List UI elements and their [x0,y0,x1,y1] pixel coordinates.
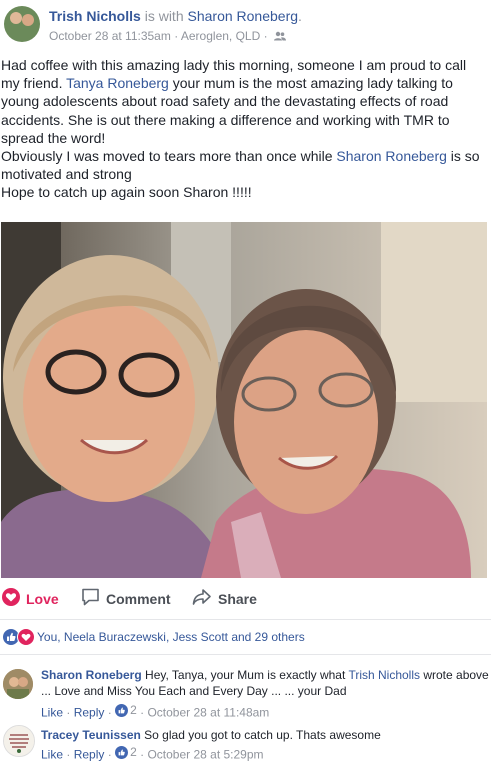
mention-tanya[interactable]: Tanya Roneberg [66,75,169,91]
comment-meta: Like · Reply · 2 · October 28 at 5:29pm [41,745,264,762]
post-paragraph-1: Had coffee with this amazing lady this m… [1,56,487,147]
divider [0,654,491,655]
post-actions: Love Comment Share [0,582,491,614]
meta-dot: · [107,747,112,762]
comment-like-count[interactable]: 2 [115,703,137,717]
commenter-name[interactable]: Sharon Roneberg [41,668,142,682]
comment-text-segment: Hey, Tanya, your Mum is exactly what [141,668,349,682]
love-label: Love [26,590,59,607]
meta-dot: · [140,705,145,720]
commenter-avatar[interactable] [3,669,33,699]
meta-dot: · [66,705,71,720]
comment-text: Tracey Teunissen So glad you got to catc… [41,727,489,743]
share-label: Share [218,590,257,607]
author-name[interactable]: Trish Nicholls [49,8,141,24]
comment-like-link[interactable]: Like [41,748,63,762]
love-button[interactable]: Love [2,588,59,609]
post-paragraph-2: Obviously I was moved to tears more than… [1,147,487,183]
post-text-segment: Obviously I was moved to tears more than… [1,148,337,165]
divider [0,619,491,620]
comment-date[interactable]: October 28 at 11:48am [147,706,269,720]
comment: Sharon Roneberg Hey, Tanya, your Mum is … [0,664,491,720]
meta-dot: · [140,747,145,762]
post-title-line: Trish Nicholls is with Sharon Roneberg. [49,8,302,24]
comment-reply-link[interactable]: Reply [74,706,105,720]
mention-sharon[interactable]: Sharon Roneberg [336,148,447,164]
comment-button[interactable]: Comment [81,588,171,609]
heart-icon [2,588,20,609]
meta-separator-2: · [263,29,268,43]
comment-date[interactable]: October 28 at 5:29pm [147,748,263,762]
comment-icon [81,588,100,609]
reactions-text[interactable]: You, Neela Buraczewski, Jess Scott and 2… [37,630,305,644]
post-location[interactable]: Aeroglen, QLD [181,29,260,43]
comment-like-count[interactable]: 2 [115,745,137,759]
with-text: is with [144,8,184,24]
author-avatar[interactable] [4,6,40,42]
commenter-name[interactable]: Tracey Teunissen [41,728,141,742]
comment: Tracey Teunissen So glad you got to catc… [0,722,491,762]
post-photo[interactable] [1,222,487,578]
like-count-number: 2 [130,703,137,717]
comment-meta: Like · Reply · 2 · October 28 at 11:48am [41,703,269,720]
meta-dot: · [66,747,71,762]
like-count-icon [115,703,129,717]
post-header: Trish Nicholls is with Sharon Roneberg. … [0,0,491,52]
post-text: Had coffee with this amazing lady this m… [1,56,487,202]
comment-label: Comment [106,590,171,607]
share-button[interactable]: Share [192,588,257,609]
comment-text-segment: So glad you got to catch up. Thats aweso… [140,728,381,742]
share-icon [192,588,212,609]
meta-dot: · [107,705,112,720]
reactions-bar[interactable]: You, Neela Buraczewski, Jess Scott and 2… [0,626,491,648]
tag-suffix: . [298,8,302,24]
commenter-avatar[interactable] [3,725,35,757]
like-reaction-icon [2,628,20,646]
comment-text: Sharon Roneberg Hey, Tanya, your Mum is … [41,667,489,699]
like-count-number: 2 [130,745,137,759]
friends-icon[interactable] [273,30,286,44]
post-meta: October 28 at 11:35am · Aeroglen, QLD · [49,29,286,44]
love-reaction-icon [17,628,35,646]
comment-like-link[interactable]: Like [41,706,63,720]
comment-reply-link[interactable]: Reply [74,748,105,762]
post-date[interactable]: October 28 at 11:35am [49,29,171,43]
post-paragraph-3: Hope to catch up again soon Sharon !!!!! [1,184,252,201]
like-count-icon [115,745,129,759]
mention-trish[interactable]: Trish Nicholls [348,668,420,682]
meta-separator: · [174,29,179,43]
tagged-user[interactable]: Sharon Roneberg [188,8,299,24]
reaction-icons [2,628,36,646]
